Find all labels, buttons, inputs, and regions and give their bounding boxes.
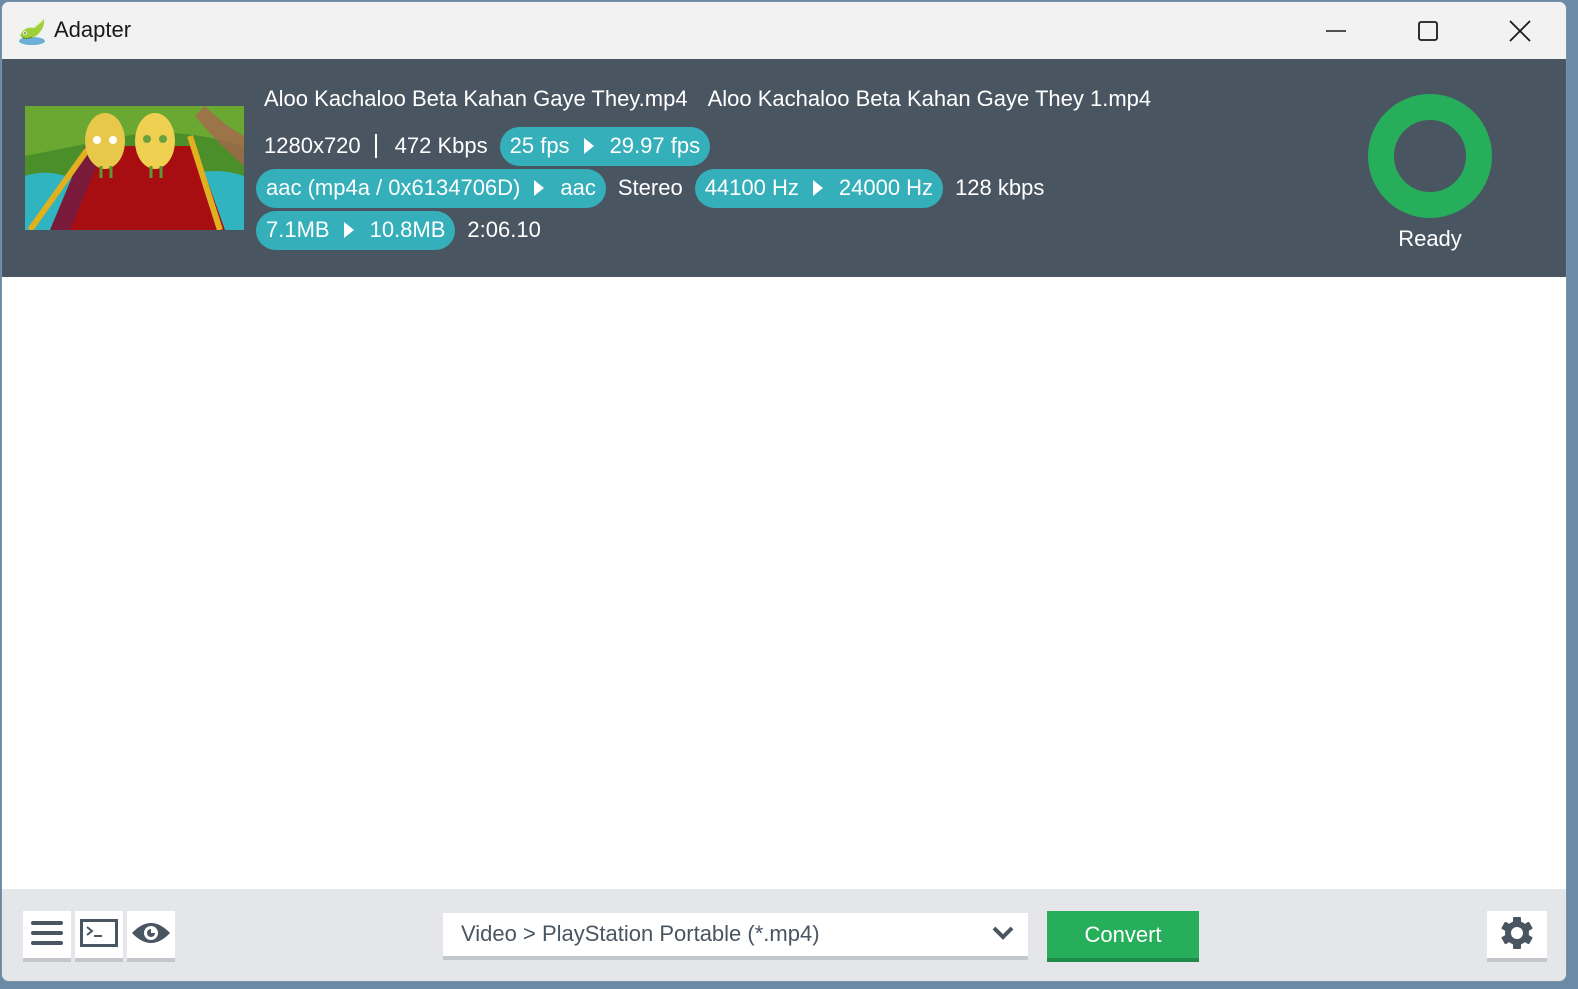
fps-to: 29.97 fps: [609, 133, 701, 158]
size-from: 7.1MB: [266, 217, 330, 242]
file-item[interactable]: Aloo Kachaloo Beta Kahan Gaye They.mp4 A…: [2, 59, 1566, 277]
maximize-icon: [1418, 20, 1438, 41]
sample-rate-change-pill: 44100 Hz 24000 Hz: [694, 168, 944, 208]
arrow-right-icon: [583, 138, 594, 154]
arrow-right-icon: [343, 222, 354, 238]
maximize-button[interactable]: [1382, 2, 1474, 59]
size-info-row: 7.1MB 10.8MB 2:06.10: [254, 210, 551, 250]
audio-codec-to: aac: [560, 175, 596, 200]
close-icon: [1509, 19, 1531, 42]
output-format-select[interactable]: Video > PlayStation Portable (*.mp4): [443, 913, 1028, 960]
settings-button[interactable]: [1487, 911, 1547, 962]
size-change-pill: 7.1MB 10.8MB: [256, 210, 456, 250]
app-window: Adapter Aloo Kachaloo Beta Kahan Gaye Th…: [1, 1, 1567, 982]
video-thumbnail: [25, 106, 244, 230]
log-console-button[interactable]: [75, 911, 123, 962]
arrow-right-icon: [812, 180, 823, 196]
window-title: Adapter: [54, 17, 132, 42]
audio-info-row: aac (mp4a / 0x6134706D) aac Stereo 44100…: [254, 168, 1054, 208]
video-info-row: 1280x720 472 Kbps 25 fps 29.97 fps: [254, 126, 712, 166]
status-ring-icon: [1368, 94, 1492, 218]
chevron-down-icon: [992, 925, 1014, 945]
gear-icon: [1500, 916, 1534, 954]
separator: [374, 134, 377, 158]
convert-button[interactable]: Convert: [1047, 911, 1199, 962]
arrow-right-icon: [534, 180, 545, 196]
resolution: 1280x720: [264, 133, 361, 158]
duration: 2:06.10: [467, 217, 541, 242]
eye-icon: [131, 921, 171, 949]
minimize-icon: [1326, 21, 1346, 41]
input-filename: Aloo Kachaloo Beta Kahan Gaye They.mp4: [264, 86, 688, 111]
size-to: 10.8MB: [369, 217, 446, 242]
file-list-area[interactable]: [2, 277, 1566, 889]
audio-bitrate: 128 kbps: [955, 175, 1045, 200]
audio-codec-from: aac (mp4a / 0x6134706D): [266, 175, 521, 200]
conversion-status: Ready: [1366, 94, 1494, 252]
output-filename[interactable]: Aloo Kachaloo Beta Kahan Gaye They 1.mp4: [698, 86, 1162, 112]
video-bitrate: 472 Kbps: [394, 133, 488, 158]
fps-change-pill: 25 fps 29.97 fps: [499, 126, 711, 166]
title-bar[interactable]: Adapter: [2, 2, 1566, 59]
sample-rate-from: 44100 Hz: [704, 175, 799, 200]
preview-button[interactable]: [127, 911, 175, 962]
output-format-value: Video > PlayStation Portable (*.mp4): [461, 921, 820, 946]
menu-button[interactable]: [23, 911, 71, 962]
status-label: Ready: [1398, 226, 1462, 251]
minimize-button[interactable]: [1290, 2, 1382, 59]
audio-channels: Stereo: [617, 175, 683, 200]
close-button[interactable]: [1474, 2, 1566, 59]
bottom-toolbar: Video > PlayStation Portable (*.mp4) Con…: [2, 889, 1566, 981]
file-names-row: Aloo Kachaloo Beta Kahan Gaye They.mp4 A…: [254, 79, 1161, 119]
hamburger-menu-icon: [30, 920, 64, 950]
terminal-icon: [80, 918, 118, 951]
audio-codec-change-pill: aac (mp4a / 0x6134706D) aac: [256, 168, 606, 208]
adapter-logo-icon: [16, 16, 48, 46]
fps-from: 25 fps: [509, 133, 570, 158]
sample-rate-to: 24000 Hz: [838, 175, 934, 200]
